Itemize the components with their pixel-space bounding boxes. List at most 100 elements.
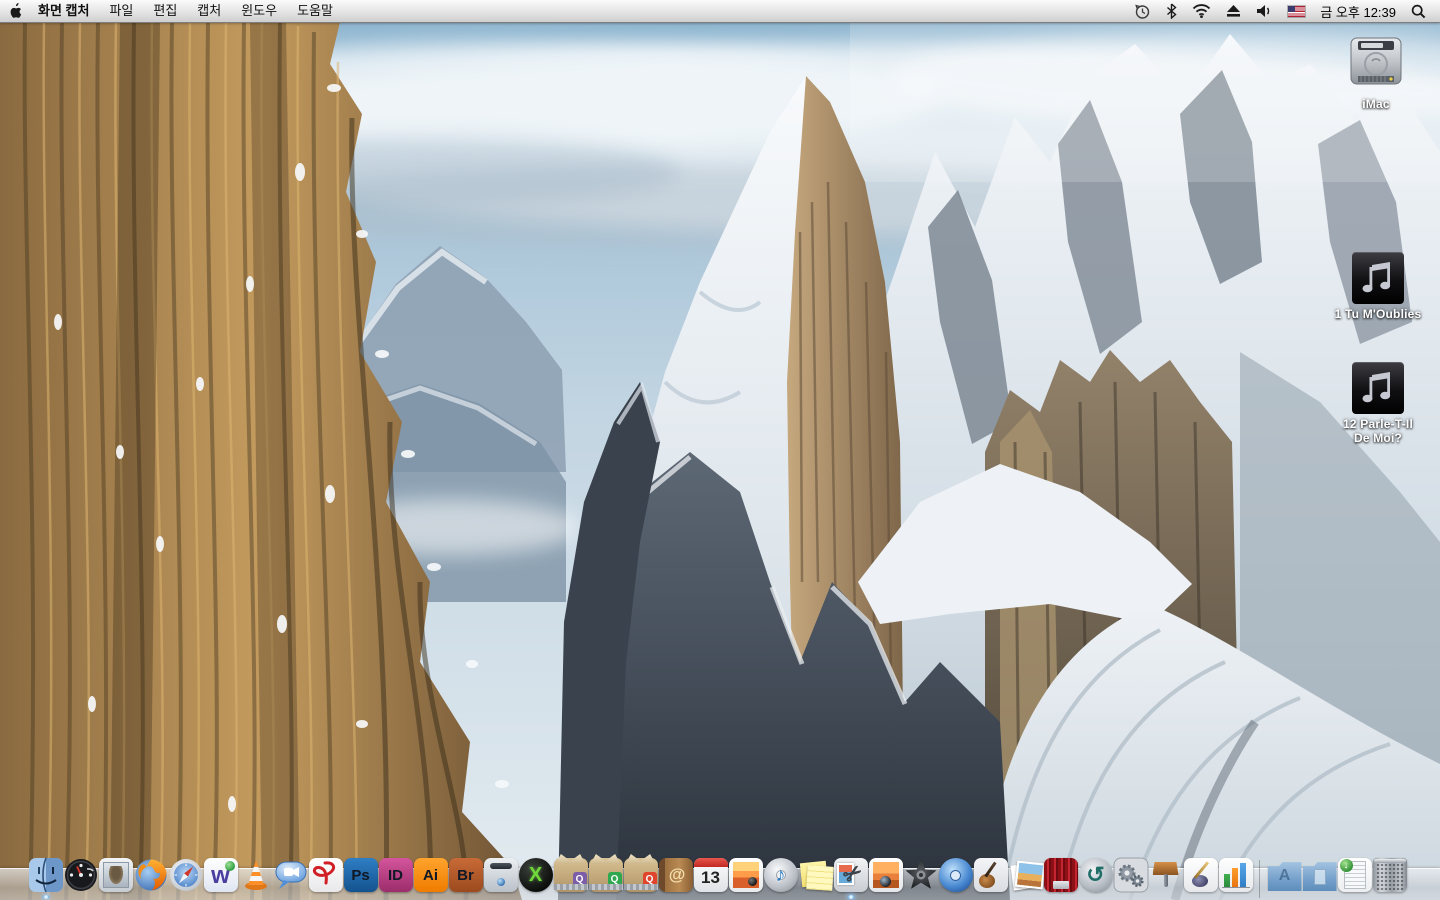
idvd-disc-icon (939, 858, 973, 892)
dock-item-numbers[interactable] (1218, 858, 1253, 892)
dock-item-w-app[interactable]: w (203, 858, 238, 892)
desktop-icon-label: 1 Tu M'Oublies (1335, 307, 1422, 321)
keynote-podium-icon (1149, 858, 1183, 892)
menu-app-name[interactable]: 화면 캡처 (30, 0, 99, 22)
dock-item-installer-file[interactable]: ↓ (1337, 858, 1372, 892)
screen-capture-scissors-icon: ✂ (834, 858, 868, 892)
audio-file-icon (1352, 252, 1404, 304)
w-globe-app-icon: w (204, 858, 238, 892)
volume-icon[interactable] (1256, 4, 1273, 18)
dock-item-address-book[interactable]: @ (658, 858, 693, 892)
apple-menu[interactable] (0, 3, 30, 19)
itunes-icon: ♪ (764, 858, 798, 892)
input-source-us-flag-icon[interactable] (1288, 6, 1305, 17)
ical-icon: 13 (694, 858, 728, 892)
xee-icon: X (519, 858, 553, 892)
garageband-guitar-icon (974, 858, 1008, 892)
dock-item-mail[interactable] (98, 858, 133, 892)
dock-item-acrobat[interactable] (308, 858, 343, 892)
dock-item-idvd[interactable] (938, 858, 973, 892)
dock-item-imovie[interactable] (903, 858, 938, 892)
dock-item-safari[interactable] (168, 858, 203, 892)
trash-icon (1373, 858, 1407, 892)
desktop-icon-label: 12 Parle-T-Il De Moi? (1343, 417, 1413, 445)
scissors-glyph: ✂ (834, 858, 868, 892)
apple-logo-icon (8, 3, 22, 19)
dock-item-ichat[interactable] (273, 858, 308, 892)
dock-item-xee[interactable]: X (518, 858, 553, 892)
dock-item-system-preferences[interactable] (1113, 858, 1148, 892)
dock-item-pages[interactable] (1183, 858, 1218, 892)
installer-box-icon: Q (624, 858, 658, 892)
menu-file[interactable]: 파일 (99, 0, 143, 22)
front-row-curtain-icon (1044, 858, 1078, 892)
dock-item-photo-booth[interactable] (868, 858, 903, 892)
dock-item-firefox[interactable] (133, 858, 168, 892)
dock-item-itunes[interactable]: ♪ (763, 858, 798, 892)
mail-stamp-icon (99, 858, 133, 892)
time-machine-icon[interactable] (1134, 3, 1151, 20)
safari-icon (169, 858, 203, 892)
dock-item-vlc[interactable] (238, 858, 273, 892)
dock-item-photoshop[interactable]: Ps (343, 858, 378, 892)
dock-item-illustrator[interactable]: Ai (413, 858, 448, 892)
dock-item-quark-box-green[interactable]: Q (588, 858, 623, 892)
dock: w (0, 848, 1440, 900)
applications-folder-icon: A (1268, 858, 1302, 892)
photoshop-icon: Ps (344, 858, 378, 892)
spotlight-icon[interactable] (1411, 4, 1426, 19)
photo-booth-icon (869, 858, 903, 892)
music-note-glyph: ♪ (764, 858, 798, 892)
dock-item-stickies[interactable] (798, 858, 833, 892)
menu-capture[interactable]: 캡처 (187, 0, 231, 22)
imovie-star-icon (904, 858, 938, 892)
toast-toaster-icon (484, 858, 518, 892)
address-book-icon: @ (659, 858, 693, 892)
dock-item-bridge[interactable]: Br (448, 858, 483, 892)
menu-bar: 화면 캡처 파일 편집 캡처 윈도우 도움말 금 오후 12:39 (0, 0, 1440, 23)
dock-item-keynote[interactable] (1148, 858, 1183, 892)
installer-document-icon: ↓ (1338, 858, 1372, 892)
eject-icon[interactable] (1226, 4, 1241, 18)
dock-item-applications-folder[interactable]: A (1267, 858, 1302, 892)
desktop-wallpaper-mountains (0, 22, 1440, 900)
dock-item-indesign[interactable]: ID (378, 858, 413, 892)
installer-box-icon: Q (554, 858, 588, 892)
finder-icon (29, 858, 63, 892)
dock-item-garageband[interactable] (973, 858, 1008, 892)
download-badge: ↓ (1340, 859, 1353, 872)
desktop-icon-imac-hd[interactable]: iMac (1318, 32, 1434, 111)
dock-item-iweb[interactable] (1008, 858, 1043, 892)
dock-item-iphoto[interactable] (728, 858, 763, 892)
menu-help[interactable]: 도움말 (287, 0, 343, 22)
dock-item-ical[interactable]: 13 (693, 858, 728, 892)
dock-separator (1253, 856, 1267, 892)
dock-item-front-row[interactable] (1043, 858, 1078, 892)
numbers-chart-icon (1219, 858, 1253, 892)
dock-item-screen-capture[interactable]: ✂ (833, 858, 868, 892)
indesign-icon: ID (379, 858, 413, 892)
ichat-bubble-icon (274, 858, 308, 892)
iphoto-icon (729, 858, 763, 892)
bluetooth-icon[interactable] (1166, 3, 1177, 19)
acrobat-icon (309, 858, 343, 892)
desktop-icon-music-file-2[interactable]: 12 Parle-T-Il De Moi? (1320, 362, 1436, 445)
dock-item-documents-folder[interactable] (1302, 858, 1337, 892)
dock-item-finder[interactable] (28, 858, 63, 892)
menu-edit[interactable]: 편집 (143, 0, 187, 22)
desktop-icon-label: iMac (1362, 97, 1389, 111)
bridge-icon: Br (449, 858, 483, 892)
dock-item-quark-box-red[interactable]: Q (623, 858, 658, 892)
menu-window[interactable]: 윈도우 (231, 0, 287, 22)
menu-clock[interactable]: 금 오후 12:39 (1320, 2, 1396, 21)
iweb-icon (1009, 858, 1043, 892)
dock-item-time-machine[interactable]: ↺ (1078, 858, 1113, 892)
time-machine-dial-icon: ↺ (1079, 858, 1113, 892)
dock-item-toast[interactable] (483, 858, 518, 892)
vlc-cone-icon (239, 858, 273, 892)
dock-item-trash[interactable] (1372, 858, 1407, 892)
desktop-icon-music-file-1[interactable]: 1 Tu M'Oublies (1320, 252, 1436, 321)
dock-item-dashboard[interactable] (63, 858, 98, 892)
wifi-icon[interactable] (1192, 4, 1211, 18)
dock-item-quark-box-purple[interactable]: Q (553, 858, 588, 892)
